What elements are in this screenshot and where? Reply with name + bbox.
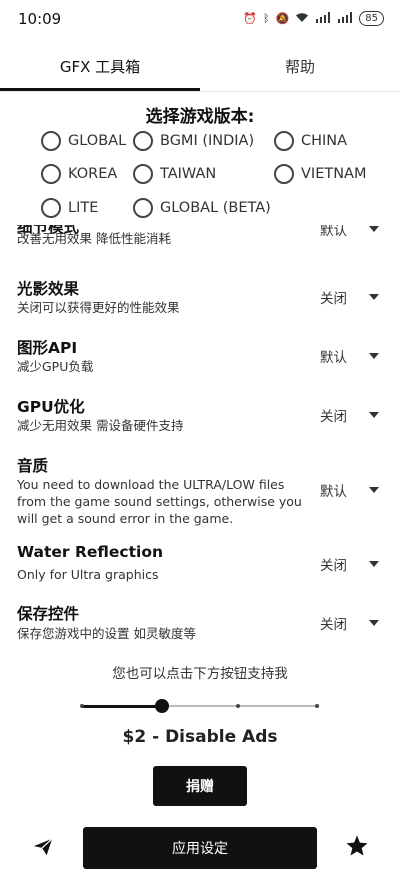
chevron-down-icon[interactable] <box>369 353 379 359</box>
setting-desc: Only for Ultra graphics <box>17 567 159 582</box>
radio-global-beta[interactable]: GLOBAL (BETA) <box>133 198 271 218</box>
setting-desc: 关闭可以获得更好的性能效果 <box>17 300 180 315</box>
slider-track[interactable] <box>162 705 319 707</box>
setting-row[interactable]: 保存控件 保存您游戏中的设置 如灵敏度等 关闭 <box>0 602 400 642</box>
setting-row[interactable]: Water Reflection Only for Ultra graphics… <box>0 543 400 588</box>
signal-icon-2 <box>337 11 353 26</box>
radio-label: BGMI (INDIA) <box>160 133 255 149</box>
chevron-down-icon[interactable] <box>369 226 379 232</box>
radio-circle[interactable] <box>274 164 294 184</box>
chevron-down-icon[interactable] <box>369 561 379 567</box>
setting-value[interactable]: 默认 <box>320 225 347 239</box>
chevron-down-icon[interactable] <box>369 294 379 300</box>
radio-global[interactable]: GLOBAL <box>41 131 126 151</box>
setting-title: Water Reflection <box>17 543 164 561</box>
setting-value[interactable]: 默认 <box>320 346 347 366</box>
setting-title: GPU优化 <box>17 398 85 416</box>
radio-label: TAIWAN <box>160 166 217 182</box>
star-icon[interactable] <box>345 834 369 858</box>
tab-bar: GFX 工具箱 帮助 <box>0 40 400 92</box>
chevron-down-icon[interactable] <box>369 412 379 418</box>
radio-circle[interactable] <box>274 131 294 151</box>
setting-row[interactable]: 音质 You need to download the ULTRA/LOW fi… <box>0 454 400 528</box>
radio-china[interactable]: CHINA <box>274 131 347 151</box>
status-icons: ⏰ ᛒ 🔕 85 <box>243 11 384 26</box>
chevron-down-icon[interactable] <box>369 487 379 493</box>
wifi-icon <box>295 12 309 26</box>
radio-circle[interactable] <box>41 198 61 218</box>
chevron-down-icon[interactable] <box>369 620 379 626</box>
setting-desc-line: You need to download the ULTRA/LOW files <box>17 477 285 492</box>
radio-circle[interactable] <box>133 198 153 218</box>
radio-label: KOREA <box>68 166 118 182</box>
version-title: 选择游戏版本: <box>145 107 255 127</box>
active-tab-indicator <box>0 88 200 91</box>
setting-desc-line: from the game sound settings, otherwise … <box>17 494 302 509</box>
slider-thumb[interactable] <box>155 699 169 713</box>
setting-desc: 减少GPU负载 <box>17 359 94 374</box>
status-time: 10:09 <box>18 10 62 28</box>
apply-settings-button[interactable]: 应用设定 <box>83 827 317 869</box>
bluetooth-icon: ᛒ <box>262 12 270 25</box>
setting-value[interactable]: 关闭 <box>320 405 347 425</box>
radio-lite[interactable]: LITE <box>41 198 98 218</box>
setting-value[interactable]: 关闭 <box>320 287 347 307</box>
radio-label: VIETNAM <box>301 166 367 182</box>
slider-tick <box>80 704 84 708</box>
radio-label: LITE <box>68 200 99 216</box>
radio-circle[interactable] <box>41 131 61 151</box>
setting-desc: 改善无用效果 降低性能消耗 <box>17 231 171 246</box>
radio-bgmi-india[interactable]: BGMI (INDIA) <box>133 131 254 151</box>
radio-taiwan[interactable]: TAIWAN <box>133 164 216 184</box>
radio-label: GLOBAL <box>68 133 127 149</box>
setting-value[interactable]: 关闭 <box>320 613 347 633</box>
slider-track-filled[interactable] <box>82 705 162 708</box>
setting-value[interactable]: 关闭 <box>320 554 347 574</box>
radio-label: GLOBAL (BETA) <box>160 200 271 216</box>
setting-title: 光影效果 <box>17 280 80 298</box>
setting-row[interactable]: GPU优化 减少无用效果 需设备硬件支持 关闭 <box>0 395 400 440</box>
radio-label: CHINA <box>301 133 348 149</box>
radio-circle[interactable] <box>133 164 153 184</box>
signal-icon <box>315 11 331 26</box>
tab-gfx-toolbox[interactable]: GFX 工具箱 <box>0 40 200 92</box>
setting-title: 图形API <box>17 339 78 357</box>
setting-title: 音质 <box>17 457 49 475</box>
setting-desc: 保存您游戏中的设置 如灵敏度等 <box>17 626 196 641</box>
setting-desc-line: will get a sound error in the game. <box>17 511 234 526</box>
slider-tick <box>315 704 319 708</box>
price-label: $2 - Disable Ads <box>122 727 278 747</box>
radio-circle[interactable] <box>41 164 61 184</box>
radio-vietnam[interactable]: VIETNAM <box>274 164 367 184</box>
setting-row[interactable]: 图形API 减少GPU负载 默认 <box>0 336 400 381</box>
setting-title: 保存控件 <box>17 605 80 623</box>
setting-desc: 减少无用效果 需设备硬件支持 <box>17 418 184 433</box>
settings-list[interactable]: 细节模式 改善无用效果 降低性能消耗 默认 光影效果 关闭可以获得更好的性能效果… <box>0 225 400 642</box>
donate-button[interactable]: 捐赠 <box>153 766 247 806</box>
setting-row[interactable]: 细节模式 改善无用效果 降低性能消耗 默认 <box>0 225 400 260</box>
slider-tick <box>236 704 240 708</box>
setting-row[interactable]: 光影效果 关闭可以获得更好的性能效果 关闭 <box>0 277 400 322</box>
radio-korea[interactable]: KOREA <box>41 164 117 184</box>
mute-icon: 🔕 <box>275 12 290 25</box>
support-text: 您也可以点击下方按钮支持我 <box>112 666 288 682</box>
status-bar: 10:09 ⏰ ᛒ 🔕 85 <box>0 0 400 38</box>
radio-circle[interactable] <box>133 131 153 151</box>
battery-indicator: 85 <box>359 11 384 26</box>
send-icon[interactable] <box>32 836 54 858</box>
setting-value[interactable]: 默认 <box>320 480 347 500</box>
alarm-icon: ⏰ <box>243 12 257 25</box>
tab-help[interactable]: 帮助 <box>200 40 400 92</box>
